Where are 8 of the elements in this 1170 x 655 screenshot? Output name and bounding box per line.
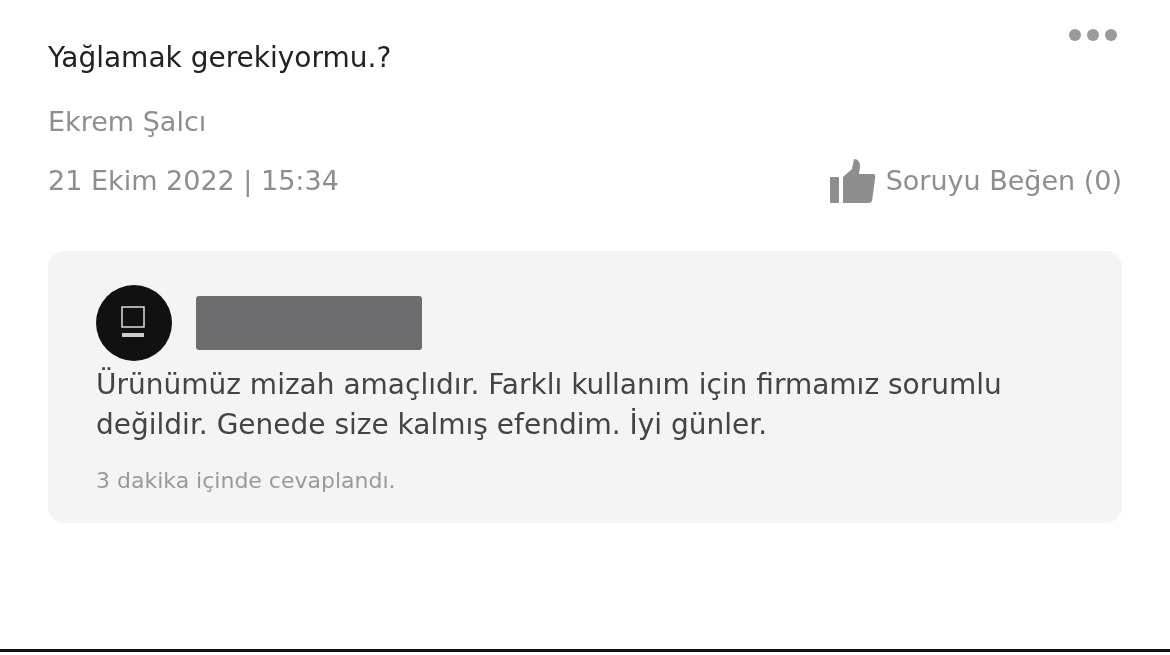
response-time: 3 dakika içinde cevaplandı. [96,467,397,496]
author-name: Ekrem Şalcı [48,105,208,140]
more-icon [1068,27,1118,42]
question-date: 21 Ekim 2022 | 15:34 [48,163,339,199]
answer-text: Ürünümüz mizah amaçlıdır. Farklı kullanım için firmamız sorumlu değildir. Genede size kalmış efendim. İyi günler. [96,366,1003,444]
question-title: Yağlamak gerekiyormu.? [48,40,393,76]
like-question-button[interactable]: Soruyu Beğen (0) [829,158,1122,203]
thumbs-up-icon [829,158,876,203]
